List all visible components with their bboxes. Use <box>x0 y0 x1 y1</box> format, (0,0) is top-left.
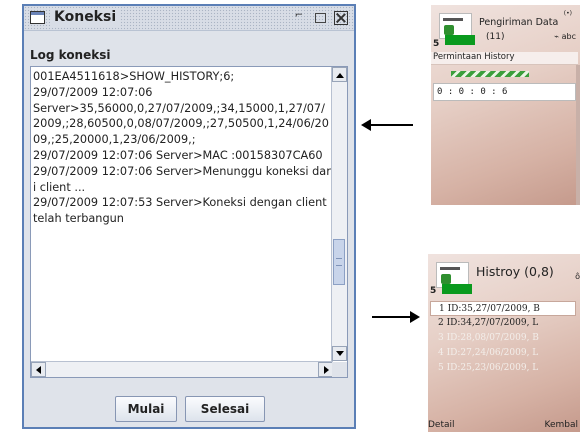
softkey-detail[interactable]: Detail <box>428 420 455 430</box>
scroll-up-icon[interactable] <box>332 67 347 82</box>
phone-screen-pengiriman: Pengiriman Data (•) (11) ⌁ abc 5 Permint… <box>431 5 580 205</box>
selesai-button[interactable]: Selesai <box>185 396 265 422</box>
phone1-tab[interactable]: Permintaan History <box>431 52 578 65</box>
phone1-title: Pengiriman Data <box>479 17 559 28</box>
input-mode: ⌁ abc <box>554 32 576 41</box>
status-dot-icon: ô <box>575 272 580 281</box>
scroll-right-icon[interactable] <box>318 362 333 377</box>
softkey-kembali[interactable]: Kembal <box>545 420 579 430</box>
list-item[interactable]: 3 ID:28,08/07/2009, B <box>430 331 576 346</box>
list-item[interactable]: 1 ID:35,27/07/2009, B <box>430 301 576 316</box>
history-input-field[interactable]: 0 : 0 : 0 : 6 <box>433 83 576 101</box>
list-item[interactable]: 5 ID:25,23/06/2009, L <box>430 361 576 376</box>
signal-bar-icon <box>445 35 475 45</box>
scroll-down-icon[interactable] <box>332 346 347 361</box>
title-bar[interactable]: Koneksi ⌐ <box>24 6 354 31</box>
scroll-thumb[interactable] <box>333 239 345 285</box>
window-icon <box>30 11 45 24</box>
scroll-left-icon[interactable] <box>31 362 46 377</box>
arrow-left-icon <box>361 119 413 131</box>
log-scroll-pane[interactable]: 001EA4511618>SHOW_HISTORY;6; 29/07/2009 … <box>30 66 348 378</box>
maximize-icon[interactable] <box>315 13 326 23</box>
phone1-tab-label: Permintaan History <box>433 52 515 62</box>
signal-bar-icon <box>442 284 472 294</box>
log-textarea[interactable]: 001EA4511618>SHOW_HISTORY;6; 29/07/2009 … <box>33 69 331 359</box>
minimize-icon[interactable]: ⌐ <box>292 10 306 23</box>
phone1-scrollbar <box>576 65 580 205</box>
phone2-title: Histroy (0,8) <box>476 264 554 279</box>
mulai-button[interactable]: Mulai <box>115 396 177 422</box>
progress-bar <box>451 71 529 77</box>
signal-strength: 5 <box>430 286 437 296</box>
close-icon[interactable] <box>334 11 348 25</box>
list-item[interactable]: 4 ID:27,24/06/2009, L <box>430 346 576 361</box>
scroll-corner <box>332 362 347 377</box>
arrow-right-icon <box>372 311 420 323</box>
vertical-scrollbar[interactable] <box>331 67 347 361</box>
koneksi-window: Koneksi ⌐ Log koneksi 001EA4511618>SHOW_… <box>22 4 356 429</box>
status-dot-icon: (•) <box>563 10 572 17</box>
list-item[interactable]: 2 ID:34,27/07/2009, L <box>430 316 576 331</box>
input-mode-label: abc <box>561 32 576 41</box>
log-label: Log koneksi <box>30 48 111 62</box>
window-title: Koneksi <box>50 8 121 27</box>
phone-screen-history: Histroy (0,8) ô 5 1 ID:35,27/07/2009, B … <box>428 254 580 432</box>
history-list: 1 ID:35,27/07/2009, B 2 ID:34,27/07/2009… <box>430 301 576 376</box>
signal-strength: 5 <box>433 39 440 49</box>
horizontal-scrollbar[interactable] <box>31 361 333 377</box>
phone1-indicator: (11) <box>486 32 505 42</box>
